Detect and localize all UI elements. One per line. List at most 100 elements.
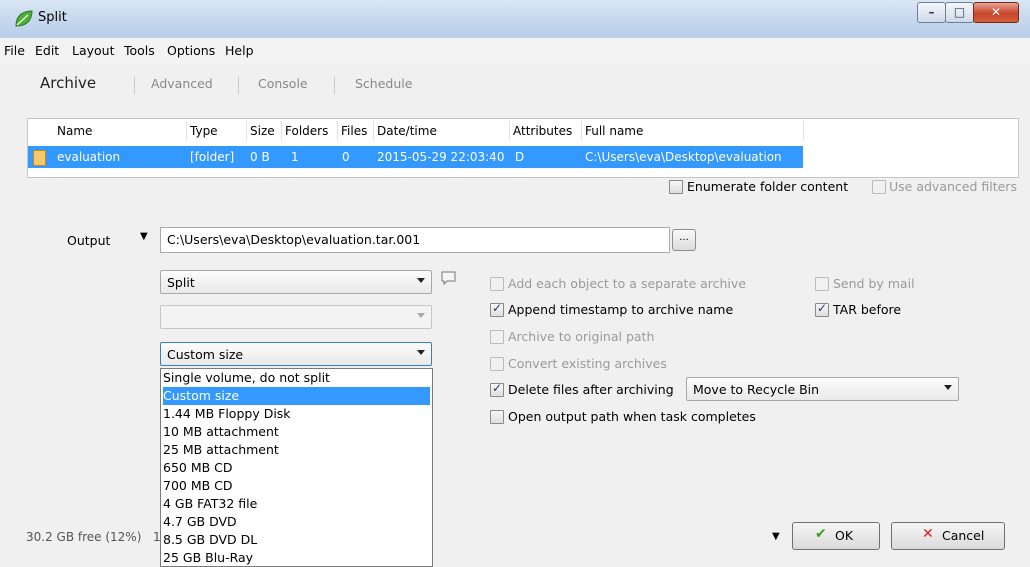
app-leaf-icon — [14, 10, 34, 28]
send-mail-checkbox[interactable] — [815, 277, 829, 291]
menu-edit[interactable]: Edit — [35, 43, 59, 58]
minimize-button[interactable]: – — [917, 2, 946, 23]
output-label: Output — [67, 233, 111, 248]
maximize-icon: □ — [953, 5, 966, 19]
header-attributes[interactable]: Attributes — [513, 124, 572, 138]
column-divider — [186, 121, 187, 141]
timestamp-label: Append timestamp to archive name — [508, 302, 734, 317]
chevron-down-icon — [417, 313, 425, 318]
browse-button[interactable]: ... — [672, 229, 696, 251]
original-path-checkbox[interactable] — [490, 330, 504, 344]
status-trailing-text: 1 — [153, 530, 161, 544]
tab-divider — [134, 76, 135, 94]
cell-size: 0 B — [250, 150, 270, 164]
header-fullname[interactable]: Full name — [585, 124, 643, 138]
dropdown-option-selected[interactable]: Custom size — [163, 387, 430, 405]
free-space-status: 30.2 GB free (12%) — [26, 530, 142, 544]
advanced-filters-label: Use advanced filters — [889, 179, 1017, 194]
chevron-down-icon — [417, 278, 425, 283]
send-mail-label: Send by mail — [833, 276, 915, 291]
chevron-down-icon — [944, 385, 952, 390]
delete-files-label: Delete files after archiving — [508, 382, 674, 397]
close-button[interactable]: ✕ — [973, 2, 1019, 23]
column-divider — [509, 121, 510, 141]
cell-name: evaluation — [57, 150, 121, 164]
dropdown-option[interactable]: 650 MB CD — [163, 459, 430, 477]
output-dropdown-arrow-icon[interactable]: ▼ — [140, 231, 148, 242]
dropdown-option[interactable]: 4.7 GB DVD — [163, 513, 430, 531]
table-row[interactable]: evaluation [folder] 0 B 1 0 2015-05-29 2… — [28, 146, 803, 168]
cell-attributes: D — [515, 150, 525, 164]
tab-divider — [238, 76, 239, 94]
cell-type: [folder] — [190, 150, 235, 164]
tab-console[interactable]: Console — [258, 76, 308, 91]
cell-fullname: C:\Users\eva\Desktop\evaluation — [585, 150, 782, 164]
ok-button[interactable]: ✔ OK — [792, 522, 880, 550]
original-path-label: Archive to original path — [508, 329, 655, 344]
more-dropdown-arrow-icon[interactable]: ▼ — [772, 531, 780, 542]
column-divider — [373, 121, 374, 141]
output-path-value: C:\Users\eva\Desktop\evaluation.tar.001 — [167, 232, 421, 247]
menu-bar: File Edit Layout Tools Options Help — [0, 38, 1030, 64]
tab-advanced[interactable]: Advanced — [151, 76, 213, 91]
tar-before-checkbox[interactable]: ✓ — [815, 301, 829, 317]
menu-layout[interactable]: Layout — [72, 43, 115, 58]
dropdown-option[interactable]: 4 GB FAT32 file — [163, 495, 430, 513]
volume-size-value: Custom size — [167, 347, 244, 362]
header-folders[interactable]: Folders — [285, 124, 328, 138]
menu-file[interactable]: File — [4, 43, 25, 58]
dropdown-option[interactable]: 700 MB CD — [163, 477, 430, 495]
mode-select[interactable]: Split — [160, 270, 432, 294]
separate-archive-checkbox[interactable] — [490, 277, 504, 291]
delete-files-checkbox[interactable]: ✓ — [490, 381, 504, 397]
separate-archive-label: Add each object to a separate archive — [508, 276, 746, 291]
folder-icon — [33, 150, 46, 166]
output-path-input[interactable]: C:\Users\eva\Desktop\evaluation.tar.001 — [160, 227, 670, 253]
enumerate-folder-checkbox[interactable] — [669, 180, 683, 194]
comment-bubble-icon[interactable] — [440, 271, 457, 286]
tar-before-label: TAR before — [833, 302, 902, 317]
header-type[interactable]: Type — [190, 124, 218, 138]
column-divider — [803, 121, 804, 141]
dropdown-option[interactable]: 1.44 MB Floppy Disk — [163, 405, 430, 423]
delete-mode-select[interactable]: Move to Recycle Bin — [686, 377, 959, 401]
maximize-button[interactable]: □ — [945, 2, 974, 23]
column-divider — [337, 121, 338, 141]
convert-archives-label: Convert existing archives — [508, 356, 667, 371]
tab-schedule[interactable]: Schedule — [355, 76, 412, 91]
menu-help[interactable]: Help — [225, 43, 254, 58]
window-title: Split — [38, 10, 67, 25]
menu-tools[interactable]: Tools — [124, 43, 155, 58]
advanced-filters-checkbox[interactable] — [872, 180, 886, 194]
dropdown-option[interactable]: 8.5 GB DVD DL — [163, 531, 430, 549]
dropdown-option[interactable]: 25 MB attachment — [163, 441, 430, 459]
cell-folders: 1 — [291, 150, 299, 164]
timestamp-checkbox[interactable]: ✓ — [490, 301, 504, 317]
delete-mode-value: Move to Recycle Bin — [693, 382, 820, 397]
open-output-checkbox[interactable] — [490, 410, 504, 424]
cancel-button[interactable]: ✕ Cancel — [891, 522, 1005, 550]
header-size[interactable]: Size — [250, 124, 275, 138]
header-datetime[interactable]: Date/time — [377, 124, 437, 138]
dropdown-option[interactable]: 25 GB Blu-Ray — [163, 549, 430, 566]
cell-files: 0 — [342, 150, 350, 164]
close-icon: ✕ — [990, 5, 1002, 19]
dropdown-option[interactable]: 10 MB attachment — [163, 423, 430, 441]
open-output-label: Open output path when task completes — [508, 409, 756, 424]
menu-options[interactable]: Options — [167, 43, 215, 58]
dropdown-option[interactable]: Single volume, do not split — [163, 369, 430, 387]
file-list[interactable]: Name Type Size Folders Files Date/time A… — [27, 118, 1019, 178]
header-name[interactable]: Name — [57, 124, 92, 138]
mode-select-value: Split — [167, 275, 195, 290]
header-files[interactable]: Files — [341, 124, 367, 138]
tab-archive[interactable]: Archive — [40, 74, 96, 92]
convert-archives-checkbox[interactable] — [490, 357, 504, 371]
title-bar — [0, 0, 1030, 38]
cell-datetime: 2015-05-29 22:03:40 — [377, 150, 505, 164]
column-divider — [246, 121, 247, 141]
checkmark-icon: ✔ — [815, 526, 827, 542]
cancel-button-label: Cancel — [942, 528, 985, 543]
secondary-select[interactable] — [160, 305, 432, 329]
volume-size-dropdown-list[interactable]: Single volume, do not split Custom size … — [160, 368, 433, 567]
volume-size-select[interactable]: Custom size — [160, 342, 432, 366]
